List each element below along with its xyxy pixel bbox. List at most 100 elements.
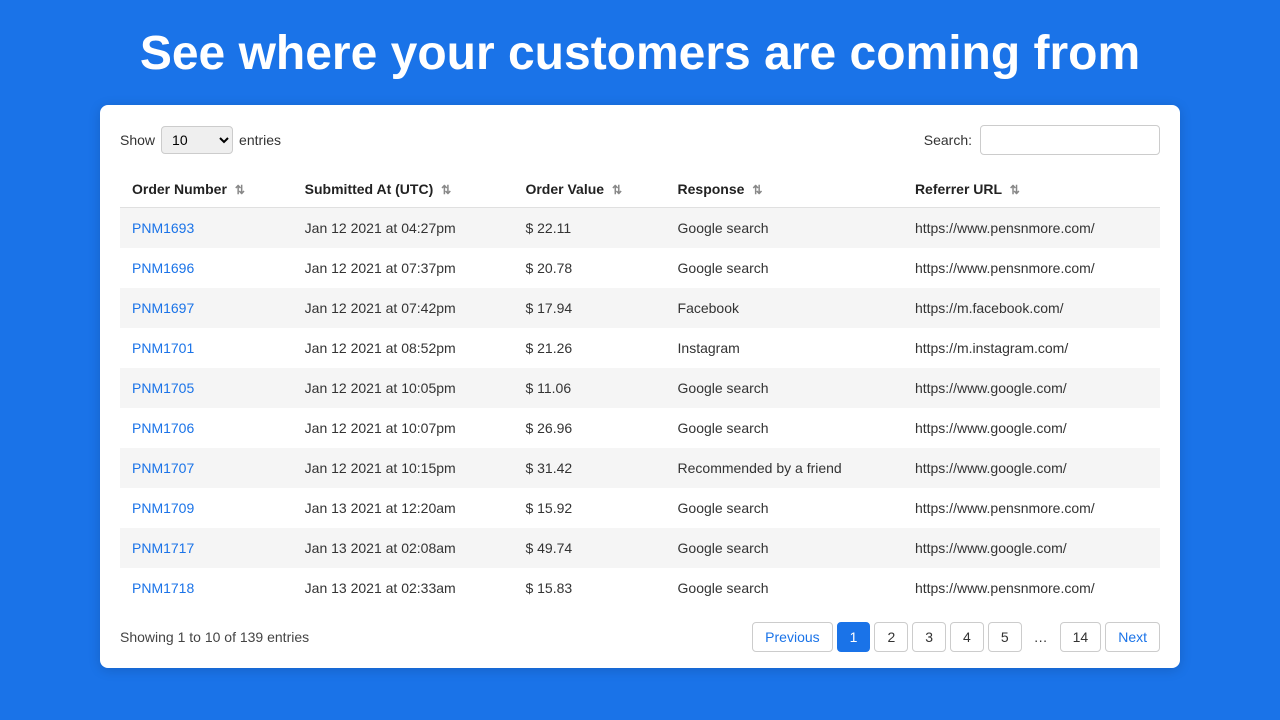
cell-order-value: $ 15.83	[513, 568, 665, 608]
page-3-button[interactable]: 3	[912, 622, 946, 652]
page-2-button[interactable]: 2	[874, 622, 908, 652]
cell-order-number: PNM1697	[120, 288, 293, 328]
ellipsis: …	[1026, 623, 1056, 651]
entries-label: entries	[239, 132, 281, 148]
cell-order-number: PNM1705	[120, 368, 293, 408]
cell-submitted-at: Jan 13 2021 at 02:08am	[293, 528, 514, 568]
order-number-link[interactable]: PNM1706	[132, 420, 194, 436]
order-number-link[interactable]: PNM1709	[132, 500, 194, 516]
cell-order-number: PNM1709	[120, 488, 293, 528]
cell-response: Google search	[666, 528, 903, 568]
cell-referrer-url: https://www.google.com/	[903, 448, 1160, 488]
cell-order-value: $ 21.26	[513, 328, 665, 368]
search-area: Search:	[924, 125, 1160, 155]
cell-order-value: $ 15.92	[513, 488, 665, 528]
cell-order-number: PNM1696	[120, 248, 293, 288]
cell-referrer-url: https://www.google.com/	[903, 368, 1160, 408]
cell-response: Google search	[666, 568, 903, 608]
sort-icon-value: ⇅	[612, 183, 622, 197]
cell-response: Google search	[666, 488, 903, 528]
table-body: PNM1693Jan 12 2021 at 04:27pm$ 22.11Goog…	[120, 207, 1160, 608]
cell-order-number: PNM1701	[120, 328, 293, 368]
sort-icon-order: ⇅	[235, 183, 245, 197]
page-14-button[interactable]: 14	[1060, 622, 1102, 652]
order-number-link[interactable]: PNM1705	[132, 380, 194, 396]
pagination: Previous 1 2 3 4 5 … 14 Next	[752, 622, 1160, 652]
cell-referrer-url: https://www.pensnmore.com/	[903, 207, 1160, 248]
cell-order-number: PNM1717	[120, 528, 293, 568]
table-container: Show 10 25 50 100 entries Search: Order …	[100, 105, 1180, 668]
table-controls-bottom: Showing 1 to 10 of 139 entries Previous …	[120, 622, 1160, 652]
sort-icon-submitted: ⇅	[441, 183, 451, 197]
cell-referrer-url: https://m.facebook.com/	[903, 288, 1160, 328]
search-label: Search:	[924, 132, 972, 148]
table-controls-top: Show 10 25 50 100 entries Search:	[120, 125, 1160, 155]
cell-submitted-at: Jan 12 2021 at 07:37pm	[293, 248, 514, 288]
col-submitted-at[interactable]: Submitted At (UTC) ⇅	[293, 171, 514, 208]
table-row: PNM1717 Jan 13 2021 at 02:08am$ 49.74Goog…	[120, 528, 1160, 568]
cell-order-value: $ 22.11	[513, 207, 665, 248]
order-number-link[interactable]: PNM1697	[132, 300, 194, 316]
orders-table: Order Number ⇅ Submitted At (UTC) ⇅ Orde…	[120, 171, 1160, 608]
table-row: PNM1693 Jan 12 2021 at 04:27pm$ 22.11Goog…	[120, 207, 1160, 248]
page-4-button[interactable]: 4	[950, 622, 984, 652]
table-row: PNM1706 Jan 12 2021 at 10:07pm$ 26.96Goog…	[120, 408, 1160, 448]
show-entries-control: Show 10 25 50 100 entries	[120, 126, 281, 154]
showing-text: Showing 1 to 10 of 139 entries	[120, 629, 309, 645]
table-header: Order Number ⇅ Submitted At (UTC) ⇅ Orde…	[120, 171, 1160, 208]
cell-order-value: $ 26.96	[513, 408, 665, 448]
table-row: PNM1697 Jan 12 2021 at 07:42pm$ 17.94Face…	[120, 288, 1160, 328]
cell-submitted-at: Jan 12 2021 at 10:05pm	[293, 368, 514, 408]
cell-response: Google search	[666, 408, 903, 448]
table-row: PNM1701 Jan 12 2021 at 08:52pm$ 21.26Inst…	[120, 328, 1160, 368]
cell-order-number: PNM1718	[120, 568, 293, 608]
cell-referrer-url: https://www.pensnmore.com/	[903, 248, 1160, 288]
order-number-link[interactable]: PNM1693	[132, 220, 194, 236]
cell-referrer-url: https://www.google.com/	[903, 408, 1160, 448]
cell-submitted-at: Jan 12 2021 at 08:52pm	[293, 328, 514, 368]
entries-select[interactable]: 10 25 50 100	[161, 126, 233, 154]
table-row: PNM1709Jan 13 2021 at 12:20am$ 15.92Goog…	[120, 488, 1160, 528]
col-order-value[interactable]: Order Value ⇅	[513, 171, 665, 208]
order-number-link[interactable]: PNM1701	[132, 340, 194, 356]
cell-referrer-url: https://www.pensnmore.com/	[903, 488, 1160, 528]
col-order-number[interactable]: Order Number ⇅	[120, 171, 293, 208]
cell-submitted-at: Jan 12 2021 at 10:15pm	[293, 448, 514, 488]
cell-order-value: $ 49.74	[513, 528, 665, 568]
cell-order-value: $ 11.06	[513, 368, 665, 408]
show-label: Show	[120, 132, 155, 148]
cell-response: Facebook	[666, 288, 903, 328]
order-number-link[interactable]: PNM1717	[132, 540, 194, 556]
previous-button[interactable]: Previous	[752, 622, 832, 652]
next-button[interactable]: Next	[1105, 622, 1160, 652]
sort-icon-referrer: ⇅	[1010, 183, 1020, 197]
page-title: See where your customers are coming from	[100, 0, 1180, 105]
cell-order-value: $ 17.94	[513, 288, 665, 328]
cell-response: Recommended by a friend	[666, 448, 903, 488]
order-number-link[interactable]: PNM1718	[132, 580, 194, 596]
cell-order-value: $ 20.78	[513, 248, 665, 288]
cell-response: Google search	[666, 207, 903, 248]
cell-order-number: PNM1707	[120, 448, 293, 488]
cell-order-number: PNM1693	[120, 207, 293, 248]
page-1-button[interactable]: 1	[837, 622, 871, 652]
search-input[interactable]	[980, 125, 1160, 155]
cell-referrer-url: https://www.pensnmore.com/	[903, 568, 1160, 608]
order-number-link[interactable]: PNM1707	[132, 460, 194, 476]
col-response[interactable]: Response ⇅	[666, 171, 903, 208]
cell-response: Google search	[666, 248, 903, 288]
cell-order-value: $ 31.42	[513, 448, 665, 488]
cell-referrer-url: https://www.google.com/	[903, 528, 1160, 568]
cell-response: Google search	[666, 368, 903, 408]
cell-submitted-at: Jan 12 2021 at 07:42pm	[293, 288, 514, 328]
table-row: PNM1696 Jan 12 2021 at 07:37pm$ 20.78Goog…	[120, 248, 1160, 288]
cell-referrer-url: https://m.instagram.com/	[903, 328, 1160, 368]
cell-order-number: PNM1706	[120, 408, 293, 448]
order-number-link[interactable]: PNM1696	[132, 260, 194, 276]
col-referrer[interactable]: Referrer URL ⇅	[903, 171, 1160, 208]
cell-response: Instagram	[666, 328, 903, 368]
cell-submitted-at: Jan 12 2021 at 10:07pm	[293, 408, 514, 448]
page-5-button[interactable]: 5	[988, 622, 1022, 652]
cell-submitted-at: Jan 12 2021 at 04:27pm	[293, 207, 514, 248]
sort-icon-response: ⇅	[752, 183, 762, 197]
